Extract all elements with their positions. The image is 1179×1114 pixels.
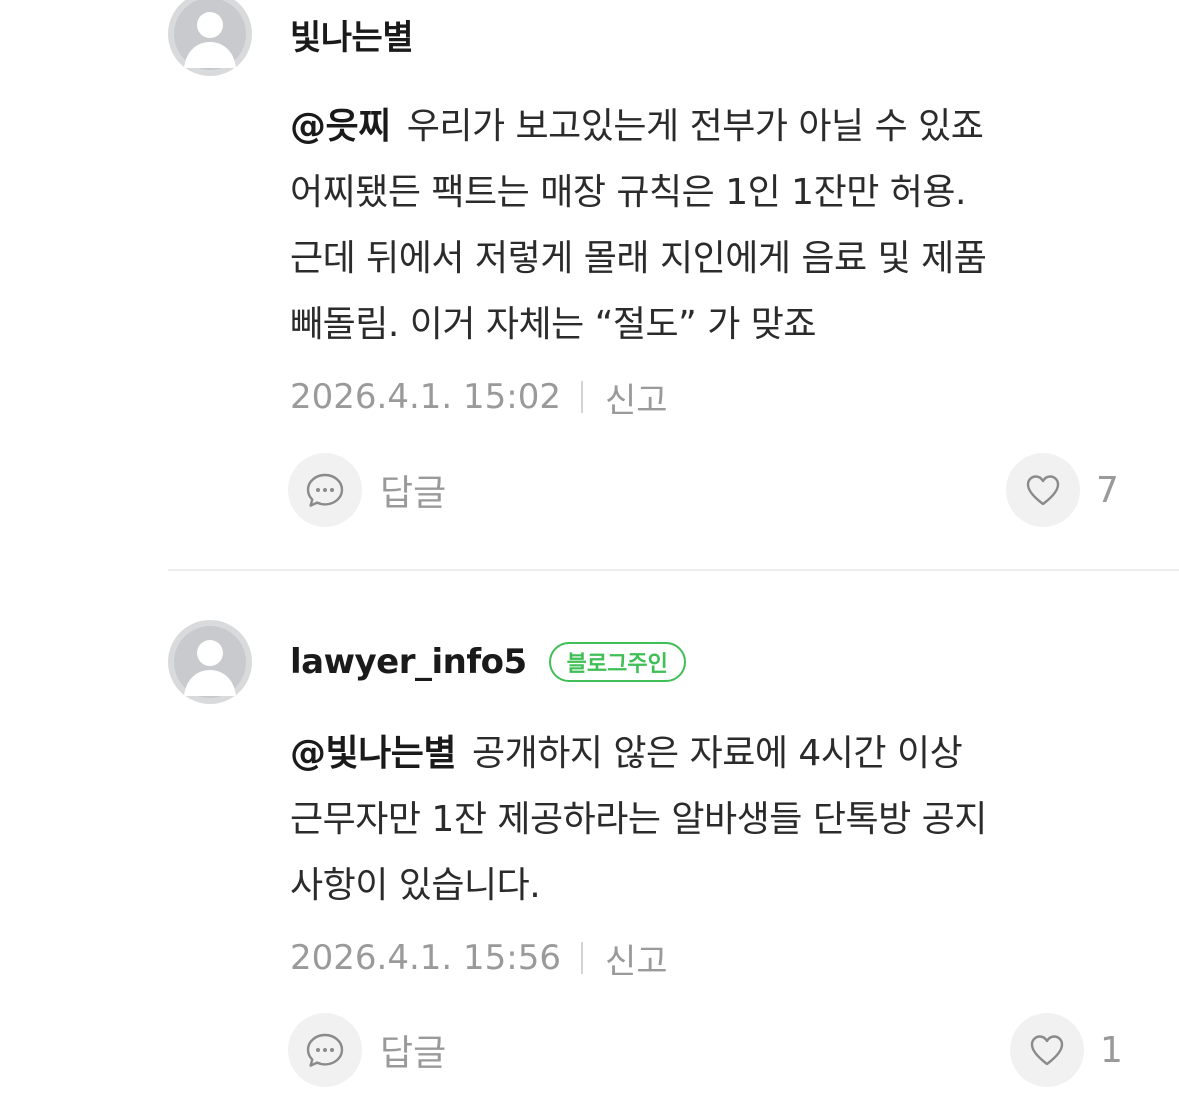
speech-bubble-icon — [306, 473, 344, 507]
default-profile-icon — [170, 0, 250, 74]
mention-link[interactable]: @읏찌 — [290, 106, 391, 147]
avatar[interactable] — [168, 620, 252, 704]
comment-nickname[interactable]: lawyer_info5 — [290, 642, 527, 682]
comment-text: @빛나는별 공개하지 않은 자료에 4시간 이상 근무자만 1잔 제공하라는 알바… — [290, 721, 1150, 919]
blog-owner-badge: 블로그주인 — [548, 642, 686, 682]
reply-button[interactable]: 답글 — [288, 1013, 446, 1087]
reply-icon-circle — [288, 1013, 362, 1087]
comment-line: 빼돌림. 이거 자체는 “절도” 가 맞죠 — [290, 304, 817, 345]
report-link[interactable]: 신고 — [605, 373, 668, 422]
like-count: 7 — [1096, 469, 1119, 511]
comment-line: 우리가 보고있는게 전부가 아닐 수 있죠 — [406, 106, 984, 147]
avatar[interactable] — [168, 0, 252, 76]
comment-nickname[interactable]: 빛나는별 — [290, 10, 414, 59]
meta-separator — [581, 381, 584, 413]
comment-line: 근무자만 1잔 제공하라는 알바생들 단톡방 공지 — [290, 799, 987, 840]
comment-timestamp: 2026.4.1. 15:02 — [290, 377, 562, 417]
comment-line: 공개하지 않은 자료에 4시간 이상 — [471, 733, 963, 774]
comment-timestamp: 2026.4.1. 15:56 — [290, 938, 562, 978]
like-count: 1 — [1100, 1029, 1123, 1071]
heart-outline-icon — [1030, 1035, 1064, 1066]
like-icon-circle — [1006, 453, 1080, 527]
like-button[interactable]: 7 — [1006, 453, 1119, 527]
like-icon-circle — [1010, 1013, 1084, 1087]
like-button[interactable]: 1 — [1010, 1013, 1123, 1087]
report-link[interactable]: 신고 — [605, 934, 668, 983]
comment-line: 사항이 있습니다. — [290, 865, 541, 906]
reply-label: 답글 — [380, 473, 447, 514]
mention-link[interactable]: @빛나는별 — [290, 733, 456, 774]
comment-line: 어찌됐든 팩트는 매장 규칙은 1인 1잔만 허용. — [290, 172, 966, 213]
heart-outline-icon — [1026, 475, 1060, 506]
comment-text: @읏찌 우리가 보고있는게 전부가 아닐 수 있죠 어찌됐든 팩트는 매장 규칙은… — [290, 94, 1150, 358]
comment-line: 근데 뒤에서 저렇게 몰래 지인에게 음료 및 제품 — [290, 238, 987, 279]
speech-bubble-icon — [306, 1033, 344, 1067]
comment-divider — [168, 569, 1179, 571]
default-profile-icon — [170, 622, 250, 702]
meta-separator — [581, 942, 584, 974]
reply-label: 답글 — [380, 1033, 447, 1074]
reply-icon-circle — [288, 453, 362, 527]
reply-button[interactable]: 답글 — [288, 453, 446, 527]
